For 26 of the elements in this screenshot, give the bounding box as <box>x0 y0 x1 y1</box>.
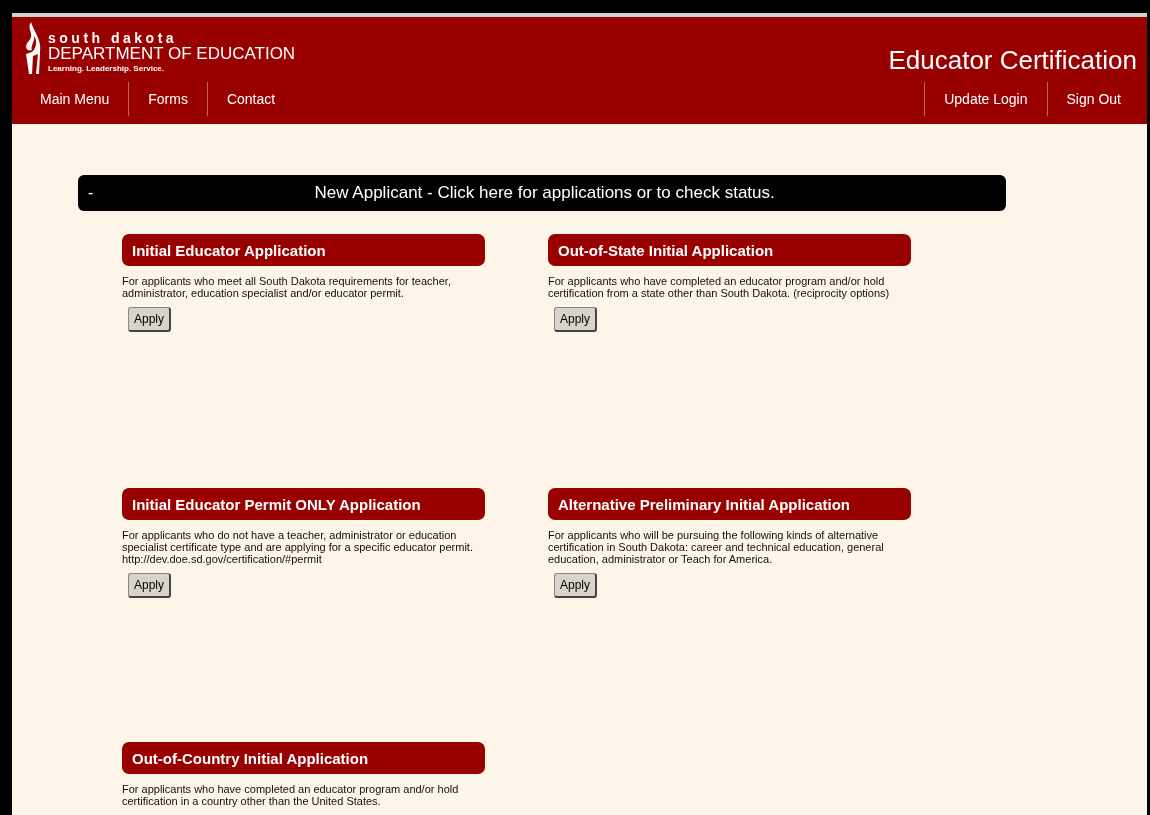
apply-button[interactable]: Apply <box>128 573 172 598</box>
application-title: Out-of-State Initial Application <box>548 234 911 266</box>
collapse-toggle[interactable]: - <box>88 184 94 202</box>
application-description: For applicants who do not have a teacher, administrator or education specialist certificate type and are applying for a specific educator permit. http://dev.doe.sd.gov/certification/#permit <box>122 529 474 565</box>
nav-link[interactable]: Contact <box>206 82 295 116</box>
apply-button[interactable]: Apply <box>554 307 598 332</box>
application-description: For applicants who have completed an educator program and/or hold certification from a state other than South Dakota. (reciprocity options) <box>548 275 891 299</box>
logo-tagline: Learning. Leadership. Service. <box>48 63 166 75</box>
nav-link[interactable]: Forms <box>128 82 207 116</box>
application-title: Initial Educator Permit ONLY Application <box>122 488 485 520</box>
application-description: For applicants who have completed an educator program and/or hold certification in a country other than the United States. <box>122 783 460 807</box>
apply-button[interactable]: Apply <box>128 307 172 332</box>
section-header-bar[interactable]: - New Applicant - Click here for applications or to check status. <box>78 175 1006 211</box>
nav-link[interactable]: Update Login <box>924 82 1047 116</box>
application-title: Out-of-Country Initial Application <box>122 742 485 774</box>
application-description: For applicants who meet all South Dakota requirements for teacher, administrator, education specialist and/or educator permit. <box>122 275 452 299</box>
nav-link[interactable]: Sign Out <box>1046 82 1147 116</box>
site-title: Educator Certification <box>888 44 1138 76</box>
nav-link[interactable]: Main Menu <box>12 82 129 116</box>
application-title: Initial Educator Application <box>122 234 485 266</box>
apply-button[interactable]: Apply <box>554 573 598 598</box>
section-title[interactable]: New Applicant - Click here for applications or to check status. <box>93 183 996 203</box>
logo-text: DEPARTMENT OF EDUCATION <box>48 45 296 63</box>
application-title: Alternative Preliminary Initial Application <box>548 488 911 520</box>
application-description: For applicants who will be pursuing the following kinds of alternative certification in South Dakota: career and technical education, general education, administrator or Teach for America. <box>548 529 885 565</box>
logo-text: south dakota <box>48 31 179 45</box>
